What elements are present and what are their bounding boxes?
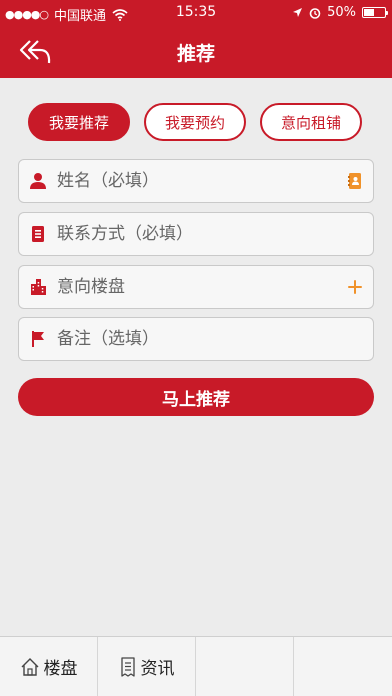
tab-rent-shop[interactable]: 意向租铺: [260, 103, 362, 141]
battery-percent: 50%: [327, 5, 356, 20]
tab-bar-item-empty-4[interactable]: [294, 637, 392, 696]
tab-appointment[interactable]: 我要预约: [144, 103, 246, 141]
alarm-icon: [309, 7, 321, 19]
battery-fill: [364, 9, 374, 16]
name-input[interactable]: [57, 160, 337, 202]
house-icon: [21, 657, 38, 676]
property-input[interactable]: [57, 266, 337, 308]
location-arrow-icon: [293, 8, 303, 17]
flag-icon: [19, 330, 57, 348]
tab-bar-item-properties[interactable]: 楼盘: [0, 637, 98, 696]
address-book-icon[interactable]: [337, 172, 373, 190]
building-icon: [19, 278, 57, 296]
status-bar: ●●●●○ 中国联通 15:35 50%: [0, 0, 392, 26]
status-right: 50%: [292, 5, 388, 20]
plus-icon[interactable]: [337, 280, 373, 294]
bottom-tab-bar: 楼盘 资讯: [0, 636, 392, 696]
tab-bar-label-properties: 楼盘: [43, 659, 78, 679]
nav-bar: 推荐: [0, 26, 392, 78]
name-field: [18, 159, 374, 203]
contact-field: [18, 212, 374, 256]
remark-input[interactable]: [57, 318, 373, 360]
page-title: 推荐: [176, 43, 215, 65]
document-icon: [19, 225, 57, 243]
property-field: [18, 265, 374, 309]
tab-recommend[interactable]: 我要推荐: [28, 103, 130, 141]
battery-icon: [362, 7, 388, 18]
person-icon: [19, 172, 57, 190]
news-icon: [120, 656, 135, 677]
remark-field: [18, 317, 374, 361]
recommend-now-button[interactable]: 马上推荐: [18, 378, 374, 416]
tab-group: 我要推荐 我要预约 意向租铺: [28, 103, 362, 141]
tab-bar-item-news[interactable]: 资讯: [98, 637, 196, 696]
tab-bar-item-empty-3[interactable]: [196, 637, 294, 696]
contact-input[interactable]: [57, 213, 373, 255]
tab-bar-label-news: 资讯: [140, 659, 175, 679]
